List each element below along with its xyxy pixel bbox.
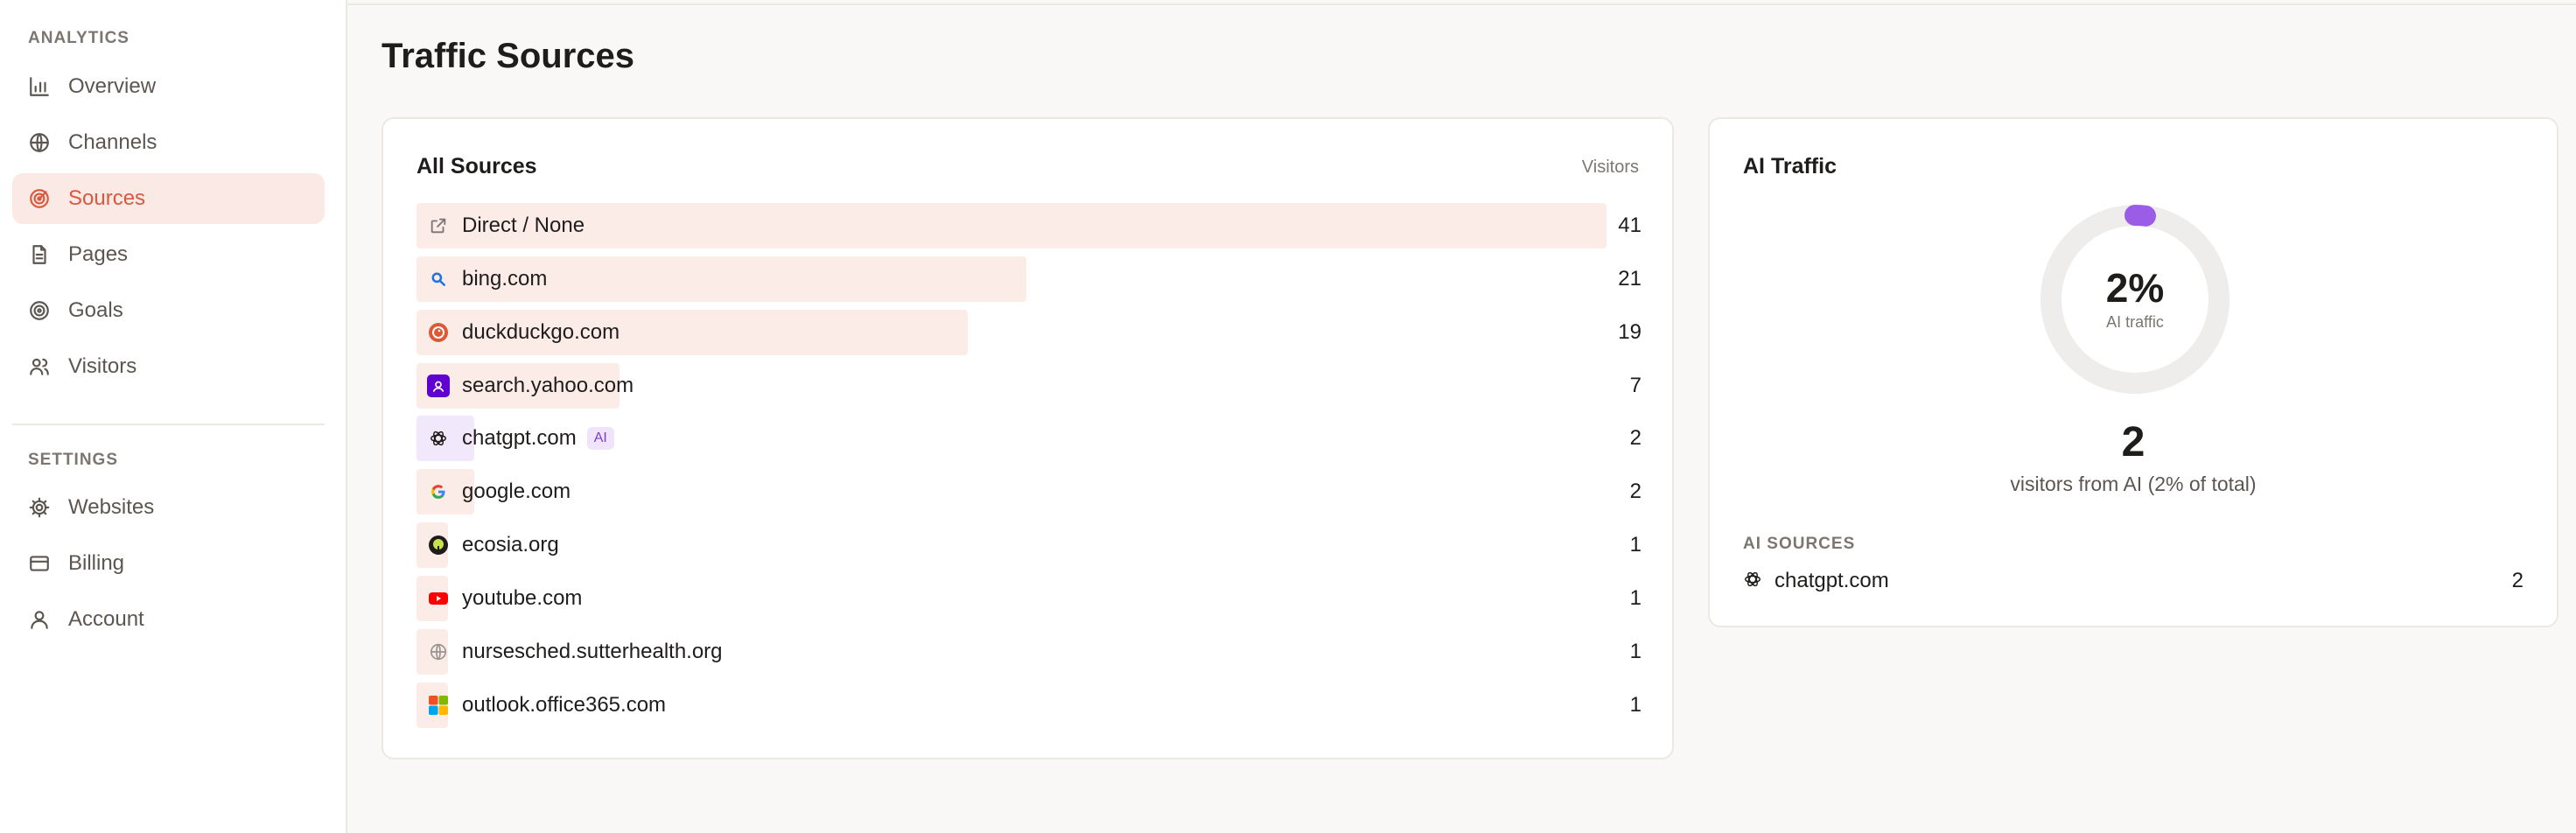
external-link-icon <box>427 214 450 237</box>
google-icon <box>427 480 450 503</box>
source-label: search.yahoo.com <box>462 374 634 397</box>
users-icon <box>28 355 51 378</box>
ai-traffic-card: AI Traffic 2% AI traffic 2 visitors from… <box>1708 117 2558 627</box>
ai-percent: 2% <box>2105 264 2165 311</box>
source-count: 2 <box>1629 426 1642 450</box>
source-count: 19 <box>1618 320 1642 344</box>
sidebar: ANALYTICS Overview Channels Sources Page… <box>0 0 347 833</box>
sidebar-item-sources[interactable]: Sources <box>12 173 325 224</box>
source-row[interactable]: outlook.office365.com 1 <box>416 682 1642 728</box>
source-label: ecosia.org <box>462 533 559 556</box>
source-row[interactable]: youtube.com 1 <box>416 576 1642 621</box>
top-divider <box>347 4 2576 5</box>
source-row[interactable]: google.com 2 <box>416 469 1642 514</box>
sidebar-item-goals[interactable]: Goals <box>12 285 325 336</box>
all-sources-title: All Sources <box>416 154 537 178</box>
globe-icon <box>427 640 450 663</box>
ai-visitor-description: visitors from AI (2% of total) <box>2010 472 2257 495</box>
sidebar-item-channels[interactable]: Channels <box>12 117 325 168</box>
sidebar-item-label: Goals <box>68 298 123 322</box>
source-row[interactable]: ecosia.org 1 <box>416 522 1642 568</box>
source-label: Direct / None <box>462 214 585 237</box>
user-icon <box>28 608 51 631</box>
all-sources-card: All Sources Visitors Direct / None 41 bi… <box>382 117 1674 760</box>
settings-section-label: SETTINGS <box>28 451 119 469</box>
ai-traffic-donut: 2% AI traffic <box>2039 203 2231 396</box>
source-count: 2 <box>1629 480 1642 503</box>
ai-source-count: 2 <box>2511 569 2524 592</box>
source-label: outlook.office365.com <box>462 693 667 717</box>
sidebar-item-account[interactable]: Account <box>12 594 325 645</box>
source-label: chatgpt.com <box>462 426 577 450</box>
bing-icon <box>427 268 450 290</box>
source-count: 1 <box>1629 640 1642 663</box>
visitors-column-header: Visitors <box>1581 158 1639 177</box>
gear-icon <box>28 496 51 519</box>
youtube-icon <box>427 587 450 610</box>
sidebar-item-label: Channels <box>68 130 158 154</box>
source-count: 1 <box>1629 693 1642 717</box>
source-row[interactable]: duckduckgo.com 19 <box>416 310 1642 355</box>
source-count: 21 <box>1618 267 1642 290</box>
target-icon <box>28 187 51 210</box>
chatgpt-icon <box>1743 570 1762 593</box>
source-count: 1 <box>1629 586 1642 610</box>
sidebar-item-label: Pages <box>68 242 129 266</box>
source-count: 1 <box>1629 533 1642 556</box>
sidebar-item-visitors[interactable]: Visitors <box>12 341 325 392</box>
bullseye-icon <box>28 299 51 322</box>
ai-source-label: chatgpt.com <box>1774 569 1889 592</box>
analytics-section-label: ANALYTICS <box>28 29 130 47</box>
source-label: duckduckgo.com <box>462 320 620 344</box>
yahoo-icon <box>427 374 450 397</box>
sidebar-item-overview[interactable]: Overview <box>12 61 325 112</box>
page-title: Traffic Sources <box>382 37 635 75</box>
ai-visitor-count: 2 <box>2121 419 2146 466</box>
source-row[interactable]: chatgpt.com AI 2 <box>416 416 1642 461</box>
credit-card-icon <box>28 552 51 575</box>
donut-center: 2% AI traffic <box>2039 203 2231 396</box>
ai-traffic-title: AI Traffic <box>1743 154 1837 178</box>
bar-chart-icon <box>28 75 51 98</box>
source-label: nursesched.sutterhealth.org <box>462 640 723 663</box>
office365-icon <box>427 694 450 717</box>
ai-badge: AI <box>586 427 614 450</box>
sidebar-item-websites[interactable]: Websites <box>12 482 325 533</box>
source-count: 41 <box>1618 214 1642 237</box>
sidebar-item-label: Visitors <box>68 354 137 378</box>
source-row[interactable]: search.yahoo.com 7 <box>416 363 1642 409</box>
ecosia-icon <box>427 534 450 556</box>
document-icon <box>28 243 51 266</box>
source-label: youtube.com <box>462 586 583 610</box>
sidebar-item-label: Billing <box>68 551 125 575</box>
sidebar-item-pages[interactable]: Pages <box>12 229 325 280</box>
source-row[interactable]: bing.com 21 <box>416 256 1642 302</box>
source-count: 7 <box>1629 374 1642 397</box>
sidebar-item-label: Websites <box>68 495 155 519</box>
sidebar-item-label: Account <box>68 607 144 631</box>
sidebar-item-billing[interactable]: Billing <box>12 538 325 589</box>
ai-source-row[interactable]: chatgpt.com 2 <box>1743 564 2524 598</box>
sidebar-item-label: Overview <box>68 74 157 98</box>
ai-percent-caption: AI traffic <box>2106 312 2164 331</box>
source-label: bing.com <box>462 267 548 290</box>
source-row[interactable]: Direct / None 41 <box>416 203 1642 248</box>
chatgpt-icon <box>427 427 450 450</box>
source-bar <box>416 203 1606 248</box>
duckduckgo-icon <box>427 321 450 344</box>
source-label: google.com <box>462 480 571 503</box>
ai-sources-label: AI SOURCES <box>1743 535 1856 553</box>
sidebar-divider <box>12 424 325 425</box>
sidebar-item-label: Sources <box>68 186 146 210</box>
globe-icon <box>28 131 51 154</box>
source-row[interactable]: nursesched.sutterhealth.org 1 <box>416 629 1642 675</box>
